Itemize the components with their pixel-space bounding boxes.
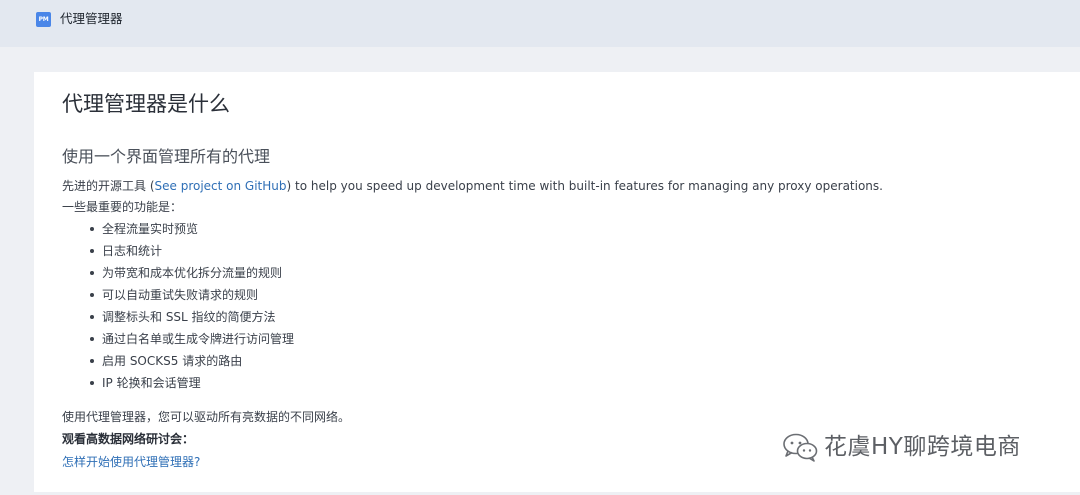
page-title: 代理管理器是什么 [62, 92, 230, 116]
wechat-icon [783, 433, 818, 462]
feature-item: 通过白名单或生成令牌进行访问管理 [90, 331, 294, 353]
intro-text-before: 先进的开源工具 ( [62, 179, 155, 193]
feature-item: 日志和统计 [90, 243, 294, 265]
how-to-start-link[interactable]: 怎样开始使用代理管理器? [62, 454, 200, 470]
feature-item: 调整标头和 SSL 指纹的简便方法 [90, 309, 294, 331]
proxy-manager-logo-icon: PM [36, 12, 51, 27]
app-title: 代理管理器 [60, 11, 123, 26]
summary-text: 使用代理管理器，您可以驱动所有亮数据的不同网络。 [62, 410, 351, 424]
top-bar: PM 代理管理器 [0, 0, 1080, 47]
features-label: 一些最重要的功能是： [62, 200, 183, 214]
content-panel: 代理管理器是什么 使用一个界面管理所有的代理 先进的开源工具 (See proj… [34, 72, 1080, 492]
section-subtitle: 使用一个界面管理所有的代理 [62, 147, 271, 166]
feature-item: 全程流量实时预览 [90, 221, 294, 243]
github-project-link[interactable]: See project on GitHub [155, 179, 287, 193]
watermark-text: 花虞HY聊跨境电商 [824, 434, 1021, 460]
feature-item: 为带宽和成本优化拆分流量的规则 [90, 265, 294, 287]
webinar-label: 观看高数据网络研讨会： [62, 432, 195, 446]
feature-item: IP 轮换和会话管理 [90, 375, 294, 397]
feature-list: 全程流量实时预览 日志和统计 为带宽和成本优化拆分流量的规则 可以自动重试失败请… [90, 221, 294, 397]
intro-text-after: ) to help you speed up development time … [286, 179, 883, 193]
feature-item: 启用 SOCKS5 请求的路由 [90, 353, 294, 375]
feature-item: 可以自动重试失败请求的规则 [90, 287, 294, 309]
intro-paragraph: 先进的开源工具 (See project on GitHub) to help … [62, 178, 1062, 194]
